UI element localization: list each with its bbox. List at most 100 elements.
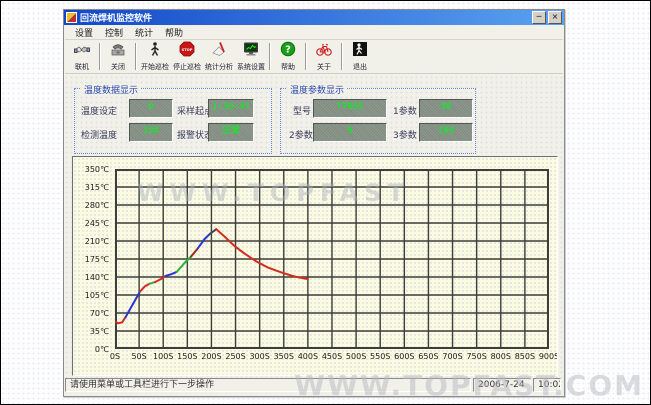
toolbar-label: 关于 (317, 62, 331, 72)
toolbar-separator (341, 43, 343, 70)
model-label: 型号 (293, 104, 311, 117)
groupbox-title: 温度参数显示 (287, 83, 347, 96)
y-tick-label: 315℃ (73, 183, 109, 192)
y-tick-label: 280℃ (73, 201, 109, 210)
hand-pen-icon (211, 41, 227, 61)
svg-text:?: ? (285, 45, 291, 56)
x-tick-label: 900S (536, 352, 558, 361)
exit-person-icon (352, 41, 368, 61)
param1-display: 90 (419, 99, 473, 118)
param2-display: 0 (313, 123, 387, 142)
menu-help[interactable]: 帮助 (159, 26, 189, 39)
title-bar: 回流焊机监控软件 ─ × (64, 10, 564, 25)
toolbar-separator (135, 43, 137, 70)
screen: 回流焊机监控软件 ─ × 设置 控制 统计 帮助 联机 (0, 0, 651, 405)
param1-label: 1参数 (393, 104, 417, 117)
temperature-data-groupbox: 温度数据显示 温度设定 0 采样起点 1:36:47 检测温度 198 报警状态… (74, 88, 272, 154)
model-display: TYR03 (313, 99, 387, 118)
svg-text:STOP: STOP (182, 48, 193, 52)
x-tick-label: 400S (295, 352, 321, 361)
y-tick-label: 70℃ (73, 309, 109, 318)
toolbar-separator (99, 43, 101, 70)
plot-area (115, 169, 549, 349)
x-tick-label: 650S (415, 352, 441, 361)
menu-control[interactable]: 控制 (99, 26, 129, 39)
phone-icon (110, 41, 126, 61)
toolbar-label: 退出 (353, 62, 367, 72)
temperature-curve-segment (191, 248, 198, 256)
patrol-person-icon (147, 41, 163, 61)
x-tick-label: 250S (223, 352, 249, 361)
x-tick-label: 50S (126, 352, 152, 361)
status-date: 2006-7-24 (473, 378, 531, 392)
temperature-curve-segment (166, 272, 177, 276)
toolbar-label: 停止巡检 (173, 62, 201, 72)
status-message: 请使用菜单或工具栏进行下一步操作 (65, 378, 471, 392)
temperature-params-groupbox: 温度参数显示 型号 TYR03 1参数 90 2参数 0 3参数 180 (280, 88, 476, 154)
x-tick-label: 100S (150, 352, 176, 361)
sample-start-display: 1:36:47 (208, 99, 254, 118)
menu-settings[interactable]: 设置 (69, 26, 99, 39)
x-tick-label: 450S (319, 352, 345, 361)
x-tick-label: 150S (174, 352, 200, 361)
chart-panel: WWW.TOPFAST 0S50S100S150S200S250S300S350… (72, 156, 558, 376)
param2-label: 2参数 (289, 128, 313, 141)
bicycle-icon (316, 41, 332, 61)
app-icon (66, 12, 77, 23)
toolbar-label: 帮助 (281, 62, 295, 72)
about-button[interactable]: 关于 (309, 41, 339, 72)
stop-sign-icon: STOP (179, 41, 195, 61)
start-patrol-button[interactable]: 开始巡检 (139, 41, 171, 72)
temp-setting-display: 0 (129, 99, 173, 118)
app-window: 回流焊机监控软件 ─ × 设置 控制 统计 帮助 联机 (63, 9, 565, 397)
temperature-curve-segment (216, 229, 308, 279)
y-tick-label: 175℃ (73, 255, 109, 264)
toolbar-label: 统计分析 (205, 62, 233, 72)
measured-temp-display: 198 (129, 123, 173, 142)
help-button[interactable]: ? 帮助 (273, 41, 303, 72)
menu-statistics[interactable]: 统计 (129, 26, 159, 39)
y-tick-label: 210℃ (73, 237, 109, 246)
toolbar-separator (269, 43, 271, 70)
alarm-status-display: 正常 (208, 123, 254, 142)
toolbar-label: 系统设置 (237, 62, 265, 72)
x-tick-label: 750S (464, 352, 490, 361)
question-icon: ? (280, 41, 296, 61)
temp-setting-label: 温度设定 (81, 104, 117, 117)
y-tick-label: 105℃ (73, 291, 109, 300)
toolbar: 联机 关闭 开始巡检 STOP 停 (65, 40, 563, 74)
exit-button[interactable]: 退出 (345, 41, 375, 72)
measured-temp-label: 检测温度 (81, 128, 117, 141)
close-button[interactable]: × (548, 11, 562, 24)
close-connection-button[interactable]: 关闭 (103, 41, 133, 72)
monitor-icon (243, 41, 259, 61)
handshake-icon (74, 41, 90, 61)
toolbar-label: 关闭 (111, 62, 125, 72)
x-tick-label: 300S (247, 352, 273, 361)
x-tick-label: 550S (367, 352, 393, 361)
window-title: 回流焊机监控软件 (80, 11, 530, 24)
y-tick-label: 35℃ (73, 327, 109, 336)
statistics-analysis-button[interactable]: 统计分析 (203, 41, 235, 72)
y-tick-label: 245℃ (73, 219, 109, 228)
y-tick-label: 350℃ (73, 165, 109, 174)
menu-bar: 设置 控制 统计 帮助 (65, 26, 563, 40)
connect-button[interactable]: 联机 (67, 41, 97, 72)
x-tick-label: 200S (198, 352, 224, 361)
x-tick-label: 500S (343, 352, 369, 361)
toolbar-label: 联机 (75, 62, 89, 72)
toolbar-separator (305, 43, 307, 70)
x-tick-label: 700S (440, 352, 466, 361)
temperature-chart (115, 169, 549, 349)
groupbox-title: 温度数据显示 (81, 83, 141, 96)
minimize-button[interactable]: ─ (532, 11, 546, 24)
param3-label: 3参数 (393, 128, 417, 141)
system-settings-button[interactable]: 系统设置 (235, 41, 267, 72)
y-tick-label: 140℃ (73, 273, 109, 282)
stop-patrol-button[interactable]: STOP 停止巡检 (171, 41, 203, 72)
x-tick-label: 350S (271, 352, 297, 361)
status-bar: 请使用菜单或工具栏进行下一步操作 2006-7-24 10:02 (65, 378, 563, 393)
x-tick-label: 600S (391, 352, 417, 361)
x-tick-label: 800S (488, 352, 514, 361)
status-time: 10:02 (533, 378, 561, 392)
